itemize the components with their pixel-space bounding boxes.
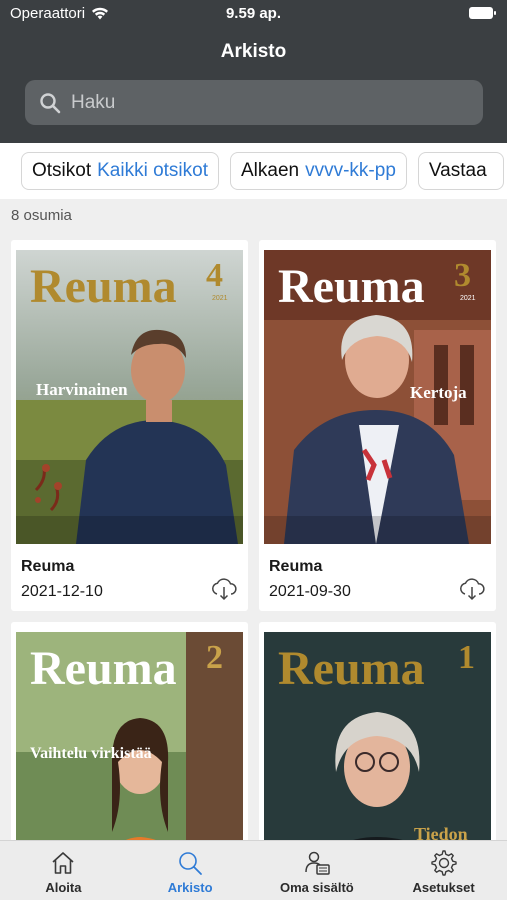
filter-label: Otsikot	[32, 160, 92, 181]
battery-icon	[469, 7, 496, 19]
home-icon	[52, 852, 74, 874]
filter-label: Alkaen	[241, 160, 300, 181]
filter-chip-to-date[interactable]: Vastaa	[417, 152, 504, 190]
result-count: 8 osumia	[11, 207, 72, 224]
page-title: Arkisto	[220, 41, 287, 62]
cover-masthead: Reuma	[30, 642, 177, 695]
tab-home[interactable]: Aloita	[0, 841, 127, 900]
cover-year: 2021	[212, 295, 228, 302]
cover-issue-number: 4	[206, 257, 223, 294]
tab-archive[interactable]: Arkisto	[127, 841, 254, 900]
cover-masthead: Reuma	[30, 260, 177, 313]
cover-year: 2021	[460, 295, 476, 302]
search-input[interactable]	[71, 91, 451, 114]
tab-label: Oma sisältö	[280, 880, 354, 895]
tab-my-content[interactable]: Oma sisältö	[254, 841, 381, 900]
archive-screen: Operaattori 9.59 ap. Arkisto Otsikot Kai…	[0, 0, 507, 900]
cover-issue-number: 3	[454, 257, 471, 294]
filter-chip-titles[interactable]: Otsikot Kaikki otsikot	[21, 152, 219, 190]
search-icon	[179, 852, 203, 875]
issue-title: Reuma	[21, 558, 75, 575]
issue-card[interactable]: Reuma 3 2021 Kertoja Reuma 2021-09-30	[259, 240, 496, 611]
status-time: 9.59 ap.	[225, 5, 282, 22]
search-icon	[40, 92, 61, 113]
tab-label: Asetukset	[412, 880, 475, 895]
status-bar: Operaattori 9.59 ap.	[0, 0, 507, 28]
issue-date: 2021-12-10	[21, 583, 103, 600]
cover-headline: Vaihtelu virkistää	[30, 745, 152, 762]
tab-label: Aloita	[45, 880, 82, 895]
cover-headline: Kertoja	[410, 383, 467, 402]
tab-bar: Aloita Arkisto Oma sisältö Asetukset	[0, 840, 507, 900]
filter-label: Vastaa	[428, 160, 487, 181]
issue-card[interactable]: Reuma 2 Vaihtelu virkistää	[11, 622, 248, 900]
tab-settings[interactable]: Asetukset	[380, 841, 507, 900]
cover-masthead: Reuma	[278, 642, 425, 695]
header: Operaattori 9.59 ap. Arkisto	[0, 0, 507, 143]
cover-issue-number: 1	[458, 639, 475, 676]
filter-chip-from-date[interactable]: Alkaen vvvv-kk-pp	[230, 152, 407, 190]
download-icon[interactable]	[458, 577, 486, 601]
user-content-icon	[305, 851, 330, 875]
download-icon[interactable]	[210, 577, 238, 601]
filter-value: vvvv-kk-pp	[305, 160, 396, 181]
filter-value: Kaikki otsikot	[97, 160, 208, 181]
issue-cover[interactable]: Reuma 3 2021 Kertoja	[264, 250, 491, 544]
issue-card[interactable]: Reuma 4 2021 Harvinainen Reuma 2021-12-1…	[11, 240, 248, 611]
cover-masthead: Reuma	[278, 260, 425, 313]
search-bar[interactable]	[25, 80, 483, 125]
cover-image: Reuma 3 2021 Kertoja	[264, 250, 491, 544]
gear-icon	[430, 850, 457, 876]
issue-date: 2021-09-30	[269, 583, 351, 600]
issue-cover[interactable]: Reuma 4 2021 Harvinainen	[16, 250, 243, 544]
filter-bar: Otsikot Kaikki otsikot Alkaen vvvv-kk-pp…	[0, 143, 507, 199]
cover-image: Reuma 4 2021 Harvinainen	[16, 250, 243, 544]
tab-label: Arkisto	[167, 880, 213, 895]
cover-issue-number: 2	[206, 639, 223, 676]
cover-headline: Harvinainen	[36, 380, 128, 399]
issue-card[interactable]: Reuma 1 Tiedon	[259, 622, 496, 900]
issue-title: Reuma	[269, 558, 323, 575]
